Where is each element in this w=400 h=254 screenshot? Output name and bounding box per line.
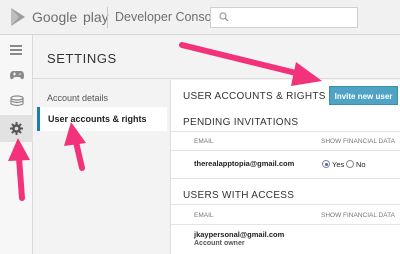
user-role: Account owner <box>194 240 245 247</box>
users-col-email: EMAIL <box>194 212 214 219</box>
rail-item-games[interactable] <box>0 62 33 89</box>
financial-yes-radio[interactable] <box>322 160 330 168</box>
divider <box>171 178 400 179</box>
users-col-financial: SHOW FINANCIAL DATA <box>321 212 395 219</box>
users-with-access-heading: USERS WITH ACCESS <box>183 190 295 201</box>
pending-col-financial: SHOW FINANCIAL DATA <box>321 138 395 145</box>
coins-icon <box>10 95 24 107</box>
product-name: Developer Console <box>115 10 222 24</box>
pending-invitations-heading: PENDING INVITATIONS <box>183 117 299 128</box>
menu-icon <box>10 45 22 55</box>
search-icon <box>219 12 229 22</box>
search-box[interactable] <box>210 7 358 28</box>
nav-item-user-accounts[interactable]: User accounts & rights <box>37 107 167 131</box>
financial-yes-label: Yes <box>332 160 345 169</box>
gamepad-icon <box>10 71 24 80</box>
pending-col-email: EMAIL <box>194 138 214 145</box>
financial-no-label: No <box>356 160 366 169</box>
brand-divider <box>107 7 108 28</box>
search-input[interactable] <box>235 10 353 25</box>
rail-item-menu[interactable] <box>0 37 33 64</box>
divider <box>171 204 400 205</box>
section-heading-user-accounts: USER ACCOUNTS & RIGHTS <box>183 91 326 102</box>
top-bar: Google play Developer Console <box>0 0 400 35</box>
divider <box>171 131 400 132</box>
pending-email: therealapptopia@gmail.com <box>194 159 295 168</box>
rail-item-finance[interactable] <box>0 88 33 115</box>
page-title: SETTINGS <box>47 51 117 66</box>
brand-google: Google <box>32 9 78 25</box>
divider <box>171 224 400 225</box>
rail-item-settings[interactable] <box>0 115 33 142</box>
google-play-logo-icon[interactable] <box>11 8 25 26</box>
gear-icon <box>10 122 23 135</box>
invite-new-user-button[interactable]: Invite new user <box>329 86 398 105</box>
title-divider <box>33 78 400 79</box>
brand-play: play <box>83 9 109 25</box>
financial-no-radio[interactable] <box>346 160 354 168</box>
divider <box>171 150 400 151</box>
left-rail <box>0 35 33 254</box>
user-email: jkaypersonal@gmail.com <box>194 230 285 239</box>
